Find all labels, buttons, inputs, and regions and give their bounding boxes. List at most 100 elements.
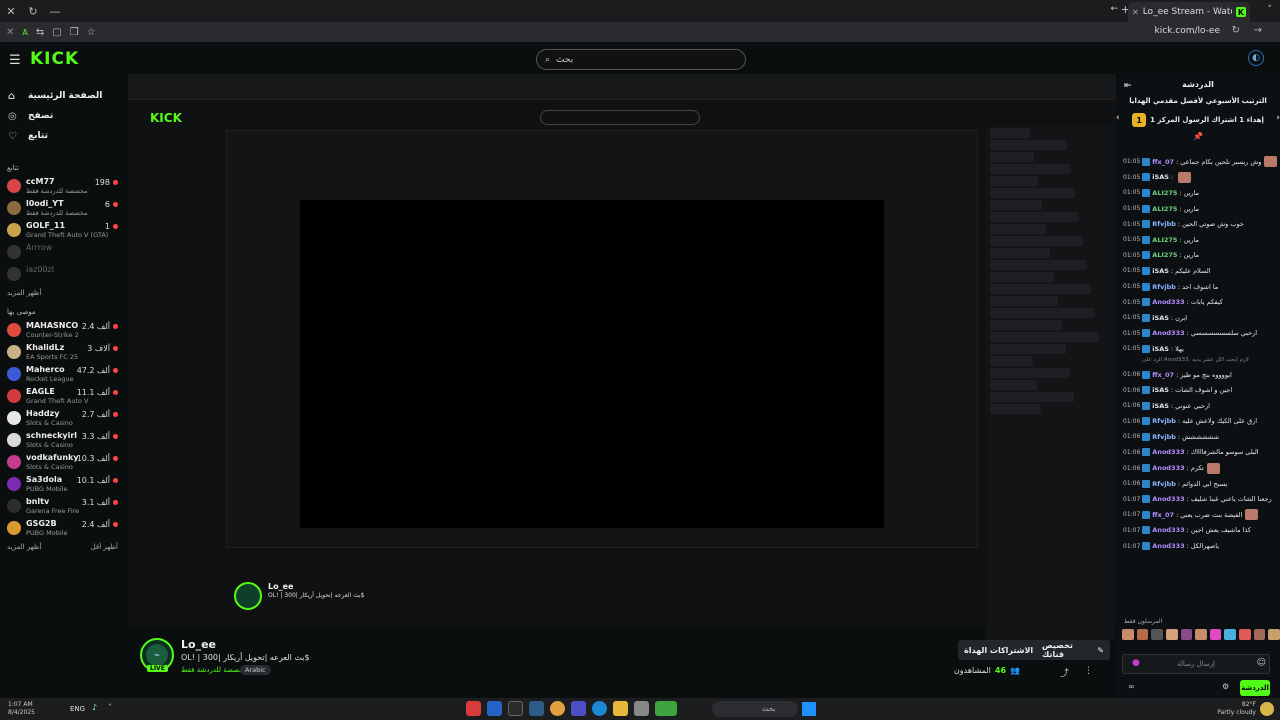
message-username[interactable]: Anod333	[1152, 495, 1184, 503]
chat-message[interactable]: 01:05 ALI275: مارين	[1116, 201, 1280, 217]
chat-message[interactable]: 01:05 iSAS: ابرن	[1116, 310, 1280, 326]
app-discord-icon[interactable]	[571, 701, 586, 716]
chat-message[interactable]: 01:05 iSAS:	[1116, 170, 1280, 186]
emote-icon[interactable]	[1253, 629, 1266, 640]
chat-message[interactable]: 01:06 Rfvjbb: ارق على الكيك ولاعش عليه	[1116, 414, 1280, 430]
chat-message[interactable]: 01:05 iSAS: يهلا	[1116, 341, 1280, 357]
nav-item-0[interactable]: ⌂ الصفحة الرئيسية	[0, 86, 128, 106]
forward-icon[interactable]: →	[1254, 25, 1262, 36]
nav-item-1[interactable]: ◎ تصفح	[0, 106, 128, 126]
chat-message[interactable]: 01:06 Rfvjbb: يسبح ابي الدوائم	[1116, 476, 1280, 492]
message-username[interactable]: iSAS	[1152, 402, 1169, 410]
message-username[interactable]: Rfvjbb	[1152, 283, 1176, 291]
message-username[interactable]: ALI275	[1152, 236, 1177, 244]
settings-gear-icon[interactable]: ⚙	[1222, 682, 1229, 691]
recommended-channel-item[interactable]: bnltv Garena Free Fire 3.1 ألف	[0, 496, 128, 518]
recommended-channel-item[interactable]: KhalidLz EA Sports FC 25 3 آلاف	[0, 342, 128, 364]
browser-tab[interactable]: ✕ Lo_ee Stream - Watch Live on K K	[1128, 2, 1250, 22]
app-game-icon[interactable]	[655, 701, 677, 716]
mic-icon[interactable]: ●	[1132, 658, 1140, 668]
chat-message[interactable]: 01:06 iSAS: ارحبي عنوني	[1116, 398, 1280, 414]
close-window-icon[interactable]: ✕	[0, 0, 22, 22]
message-username[interactable]: ffx_07	[1152, 511, 1174, 519]
profile-icon[interactable]: A	[22, 28, 27, 37]
kick-logo[interactable]: KICK	[30, 49, 79, 69]
reload-icon[interactable]: ↻	[1232, 25, 1240, 36]
tabs-icon[interactable]: ▢	[52, 27, 61, 38]
following-channel-item[interactable]: GOLF_11 Grand Theft Auto V (GTA) 1	[0, 220, 128, 242]
weather-widget[interactable]: 82°F Partly cloudy	[1217, 701, 1256, 717]
app-files-icon[interactable]	[613, 701, 628, 716]
windows-start-icon[interactable]	[802, 702, 816, 716]
emote-icon[interactable]	[1209, 629, 1222, 640]
emote-icon[interactable]	[1136, 629, 1149, 640]
message-username[interactable]: iSAS	[1152, 345, 1169, 353]
show-less-recommended[interactable]: أظهر أقل	[91, 540, 118, 554]
chat-message[interactable]: 01:06 ffx_07: ايووووه بنج مو طيز	[1116, 367, 1280, 383]
points-icon[interactable]: ∞	[1128, 682, 1135, 691]
tray-chevron-icon[interactable]: ˄	[108, 703, 112, 712]
bookmark-star-icon[interactable]: ☆	[87, 27, 96, 38]
message-username[interactable]: ALI275	[1152, 251, 1177, 259]
chat-message[interactable]: 01:05 iSAS: السلام عليكم	[1116, 263, 1280, 279]
chat-message[interactable]: 01:06 Rfvjbb: شششششش	[1116, 429, 1280, 445]
recommended-channel-item[interactable]: Haddzy Slots & Casino 2.7 ألف	[0, 408, 128, 430]
message-username[interactable]: ALI275	[1152, 189, 1177, 197]
share-icon[interactable]: ⤴	[1060, 666, 1069, 679]
app-steam-icon[interactable]	[529, 701, 544, 716]
chat-message[interactable]: 01:05 ffx_07: وش ريسبر نلحين بكام جماعي	[1116, 154, 1280, 170]
chevron-left-icon[interactable]: ‹	[1116, 113, 1120, 123]
recommended-channel-item[interactable]: GSG2B PUBG Mobile 2.4 ألف	[0, 518, 128, 540]
message-username[interactable]: Rfvjbb	[1152, 220, 1176, 228]
message-username[interactable]: iSAS	[1152, 386, 1169, 394]
tab-menu-icon[interactable]: ˅	[1268, 5, 1273, 15]
emote-icon[interactable]	[1180, 629, 1193, 640]
recommended-channel-item[interactable]: MAHASNCO Counter-Strike 2 2.4 ألف	[0, 320, 128, 342]
chat-message[interactable]: 01:05 Rfvjbb: ما اشوف احد	[1116, 279, 1280, 295]
app-notepad-icon[interactable]	[634, 701, 649, 716]
minimize-icon[interactable]: —	[44, 0, 66, 22]
show-more-following[interactable]: أظهر المزيد	[0, 286, 128, 300]
streamer-name[interactable]: Lo_ee	[181, 638, 216, 651]
message-username[interactable]: iSAS	[1152, 267, 1169, 275]
taskbar-clock[interactable]: 1:07 AM 8/4/2025	[8, 701, 35, 717]
chat-message[interactable]: 01:05 Anod333: كيفكم يابات	[1116, 294, 1280, 310]
nav-item-2[interactable]: ♡ تتابع	[0, 126, 128, 146]
chat-message[interactable]: 01:07 ffx_07: الفيصة بنت ضرب يعني	[1116, 507, 1280, 523]
video-player[interactable]	[300, 200, 884, 528]
emote-icon[interactable]	[1165, 629, 1178, 640]
send-chat-button[interactable]: الدردشة	[1240, 680, 1270, 696]
recommended-channel-item[interactable]: Maherco Rocket League 47.2 ألف	[0, 364, 128, 386]
mic-tray-icon[interactable]: ♪	[92, 703, 97, 712]
chat-message[interactable]: 01:07 Anod333: كذا ماشيف يعش اجين	[1116, 523, 1280, 539]
message-username[interactable]: Anod333	[1152, 526, 1184, 534]
recommended-channel-item[interactable]: Sa3dola PUBG Mobile 10.1 ألف	[0, 474, 128, 496]
chat-message[interactable]: 01:05 Rfvjbb: خوب وش صوتي الحين	[1116, 216, 1280, 232]
emote-icon[interactable]	[1122, 629, 1134, 640]
app-opera-icon[interactable]	[466, 701, 481, 716]
emote-icon[interactable]	[1195, 629, 1207, 640]
message-username[interactable]: ALI275	[1152, 205, 1177, 213]
emote-icon[interactable]	[1268, 629, 1280, 640]
chat-message[interactable]: 01:06 Anod333: البلى سوسو مالشرفااااك	[1116, 445, 1280, 461]
customize-channel-button[interactable]: تخصيص قناتك ✎	[1036, 640, 1110, 660]
back-tab-icon[interactable]: ←	[1110, 4, 1118, 14]
app-browser-icon[interactable]	[550, 701, 565, 716]
message-username[interactable]: Anod333	[1152, 448, 1184, 456]
emoji-icon[interactable]: ☺	[1257, 658, 1266, 668]
chat-message[interactable]: 01:05 ALI275: مارين	[1116, 232, 1280, 248]
message-username[interactable]: Anod333	[1152, 464, 1184, 472]
message-username[interactable]: ffx_07	[1152, 158, 1174, 166]
url-field[interactable]: kick.com/lo-ee	[1155, 26, 1220, 36]
app-chrome-icon[interactable]	[487, 701, 502, 716]
chat-input[interactable]: إرسال رسالة	[1122, 654, 1270, 674]
message-username[interactable]: Rfvjbb	[1152, 480, 1176, 488]
emote-icon[interactable]	[1151, 629, 1163, 640]
search-input[interactable]: ⌕ بحث	[536, 49, 746, 70]
chat-message[interactable]: 01:06 iSAS: اجين و اشوف الشات	[1116, 382, 1280, 398]
language-indicator[interactable]: ENG	[70, 705, 85, 713]
message-username[interactable]: Anod333	[1152, 329, 1184, 337]
following-channel-item[interactable]: ccM77 مخصصة للدردشة فقط 198	[0, 176, 128, 198]
recommended-channel-item[interactable]: schneckyirl Slots & Casino 3.3 ألف	[0, 430, 128, 452]
recommended-channel-item[interactable]: vodkafunky Slots & Casino 10.3 ألف	[0, 452, 128, 474]
